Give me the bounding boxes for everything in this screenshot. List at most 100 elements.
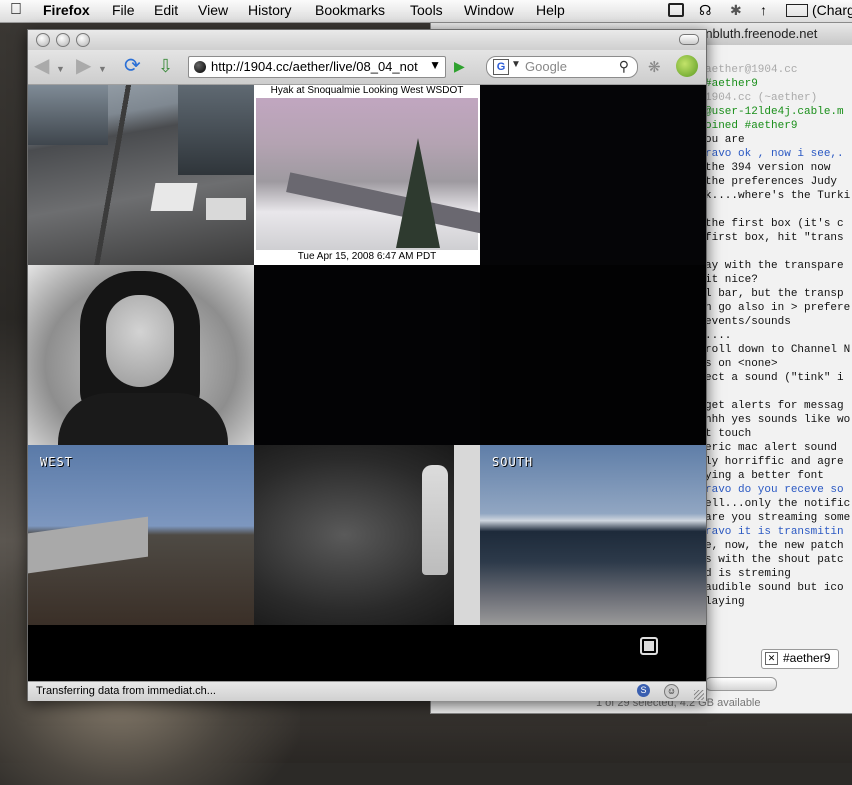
irc-chat-line: ect a sound ("tink" i bbox=[705, 372, 844, 384]
body-shape bbox=[58, 393, 228, 445]
zoom-window-button[interactable] bbox=[76, 33, 90, 47]
apple-menu-icon[interactable]:  bbox=[10, 1, 22, 19]
headphones-icon[interactable]: ☊ bbox=[699, 2, 711, 19]
webcam-traffic bbox=[28, 85, 254, 265]
webcam-snoqualmie: Hyak at Snoqualmie Looking West WSDOT Tu… bbox=[254, 85, 480, 265]
irc-chat-line: s on <none> bbox=[705, 358, 778, 370]
webcam-dark bbox=[254, 265, 480, 445]
irc-chat-line: ravo ok , now i see,. bbox=[705, 148, 844, 160]
menu-history[interactable]: History bbox=[248, 2, 292, 18]
irc-channel-tab[interactable]: ✕ #aether9 bbox=[761, 649, 839, 669]
road-shape bbox=[28, 516, 148, 574]
webcam-timestamp: Tue Apr 15, 2008 6:47 AM PDT bbox=[297, 251, 437, 262]
extension-s-icon[interactable]: S bbox=[637, 684, 650, 697]
building-shape bbox=[28, 85, 108, 145]
webcam-south: SOUTH bbox=[480, 445, 706, 625]
irc-chat-line: ying a better font bbox=[705, 470, 824, 482]
forward-arrow-icon[interactable]: ▶ bbox=[76, 55, 91, 77]
building-shape bbox=[178, 85, 254, 175]
vehicle-shape bbox=[206, 198, 246, 220]
battery-icon[interactable] bbox=[786, 4, 808, 17]
irc-chat-line: 1904.cc (~aether) bbox=[705, 92, 818, 104]
irc-chat-line: audible sound but ico bbox=[705, 582, 844, 594]
irc-chat-line: the preferences Judy bbox=[705, 176, 838, 188]
menu-edit[interactable]: Edit bbox=[154, 2, 178, 18]
search-placeholder[interactable]: Google bbox=[525, 59, 567, 74]
forward-history-chevron-icon[interactable]: ▼ bbox=[98, 58, 107, 80]
navigation-toolbar: ◀ ▼ ▶ ▼ ⟳ ⇩ http://1904.cc/aether/live/0… bbox=[28, 50, 706, 85]
extension-monster-icon[interactable] bbox=[676, 55, 698, 77]
search-field[interactable]: G ▼ Google ⚲ bbox=[486, 56, 638, 78]
irc-chat-line: s with the shout patc bbox=[705, 554, 844, 566]
webcam-label: WEST bbox=[40, 455, 73, 469]
vehicle-shape bbox=[150, 183, 198, 211]
screen-menu-icon[interactable] bbox=[668, 3, 684, 17]
irc-chat-line: eric mac alert sound bbox=[705, 442, 838, 454]
irc-chat-line: l bar, but the transp bbox=[705, 288, 844, 300]
menu-bookmarks[interactable]: Bookmarks bbox=[315, 2, 385, 18]
menu-help[interactable]: Help bbox=[536, 2, 565, 18]
irc-chat-line: oined #aether9 bbox=[705, 120, 798, 132]
webcam-label: SOUTH bbox=[492, 455, 534, 469]
loading-spinner-icon: ❋ bbox=[648, 59, 661, 76]
face-shape bbox=[106, 295, 174, 387]
irc-chat-line: are you streaming some bbox=[705, 512, 851, 524]
menu-app-name[interactable]: Firefox bbox=[43, 2, 90, 18]
irc-chat-line: n go also in > prefere bbox=[705, 302, 851, 314]
back-history-chevron-icon[interactable]: ▼ bbox=[56, 58, 65, 80]
irc-chat-line: roll down to Channel N bbox=[705, 344, 851, 356]
download-icon[interactable]: ⇩ bbox=[158, 55, 173, 77]
search-icon[interactable]: ⚲ bbox=[619, 58, 629, 75]
chevron-down-icon[interactable]: ▼ bbox=[429, 58, 441, 72]
irc-chat-line: hhh yes sounds like wo bbox=[705, 414, 851, 426]
irc-scrollbar[interactable] bbox=[705, 677, 777, 691]
menu-window[interactable]: Window bbox=[464, 2, 514, 18]
irc-chat-line: @user-12lde4j.cable.m bbox=[705, 106, 844, 118]
address-bar-url[interactable]: http://1904.cc/aether/live/08_04_not bbox=[211, 59, 421, 74]
irc-chat-line: aether@1904.cc bbox=[705, 64, 798, 76]
menu-tools[interactable]: Tools bbox=[410, 2, 443, 18]
menu-view[interactable]: View bbox=[198, 2, 228, 18]
irc-chat-line: it nice? bbox=[705, 274, 758, 286]
back-arrow-icon[interactable]: ◀ bbox=[34, 55, 49, 77]
irc-chat-line: first box, hit "trans bbox=[705, 232, 844, 244]
go-arrow-icon[interactable]: ▶ bbox=[454, 58, 465, 75]
irc-window-title: rnbluth.freenode.net bbox=[701, 26, 818, 41]
close-tab-icon[interactable]: ✕ bbox=[765, 652, 778, 665]
google-engine-icon[interactable]: G bbox=[493, 59, 509, 75]
minimize-window-button[interactable] bbox=[56, 33, 70, 47]
irc-chat-line: d is streming bbox=[705, 568, 791, 580]
reload-icon[interactable]: ⟳ bbox=[124, 55, 141, 77]
fullscreen-icon[interactable] bbox=[640, 637, 658, 655]
engine-chevron-down-icon[interactable]: ▼ bbox=[511, 59, 521, 70]
site-globe-icon bbox=[194, 61, 206, 73]
battery-status-text: (Charg bbox=[812, 2, 852, 18]
close-window-button[interactable] bbox=[36, 33, 50, 47]
tree-shape bbox=[396, 138, 440, 248]
irc-chat-line bbox=[705, 203, 852, 217]
webcam-dark bbox=[480, 265, 706, 445]
snow-scene-image bbox=[256, 98, 480, 250]
webcam-portrait bbox=[28, 265, 254, 445]
road-shape bbox=[286, 172, 480, 234]
firefox-titlebar[interactable] bbox=[28, 30, 706, 50]
irc-chat-line: ravo it is transmitin bbox=[705, 526, 844, 538]
irc-chat-log: aether@1904.cc #aether9 1904.cc (~aether) @… bbox=[705, 63, 852, 663]
menu-file[interactable]: File bbox=[112, 2, 135, 18]
toolbar-toggle-button[interactable] bbox=[679, 34, 699, 45]
irc-chat-line: laying bbox=[705, 596, 745, 608]
firefox-window: ◀ ▼ ▶ ▼ ⟳ ⇩ http://1904.cc/aether/live/0… bbox=[27, 29, 707, 701]
irc-chat-line: e, now, the new patch bbox=[705, 540, 844, 552]
address-bar[interactable]: http://1904.cc/aether/live/08_04_not ▼ bbox=[188, 56, 446, 78]
status-text: Transferring data from immediat.ch... bbox=[36, 685, 216, 697]
extension-face-icon[interactable]: ☺ bbox=[664, 684, 679, 699]
irc-chat-line bbox=[705, 245, 852, 259]
bluetooth-icon[interactable]: ✱ bbox=[730, 2, 742, 19]
irc-chat-line bbox=[705, 385, 852, 399]
airport-icon[interactable]: ↑ bbox=[760, 2, 767, 18]
page-content: Hyak at Snoqualmie Looking West WSDOT Tu… bbox=[28, 85, 706, 681]
person-shape bbox=[422, 465, 448, 575]
irc-chat-line: the first box (it's c bbox=[705, 218, 844, 230]
resize-grip-icon[interactable] bbox=[694, 690, 704, 700]
irc-channel-tab-label: #aether9 bbox=[783, 651, 831, 665]
